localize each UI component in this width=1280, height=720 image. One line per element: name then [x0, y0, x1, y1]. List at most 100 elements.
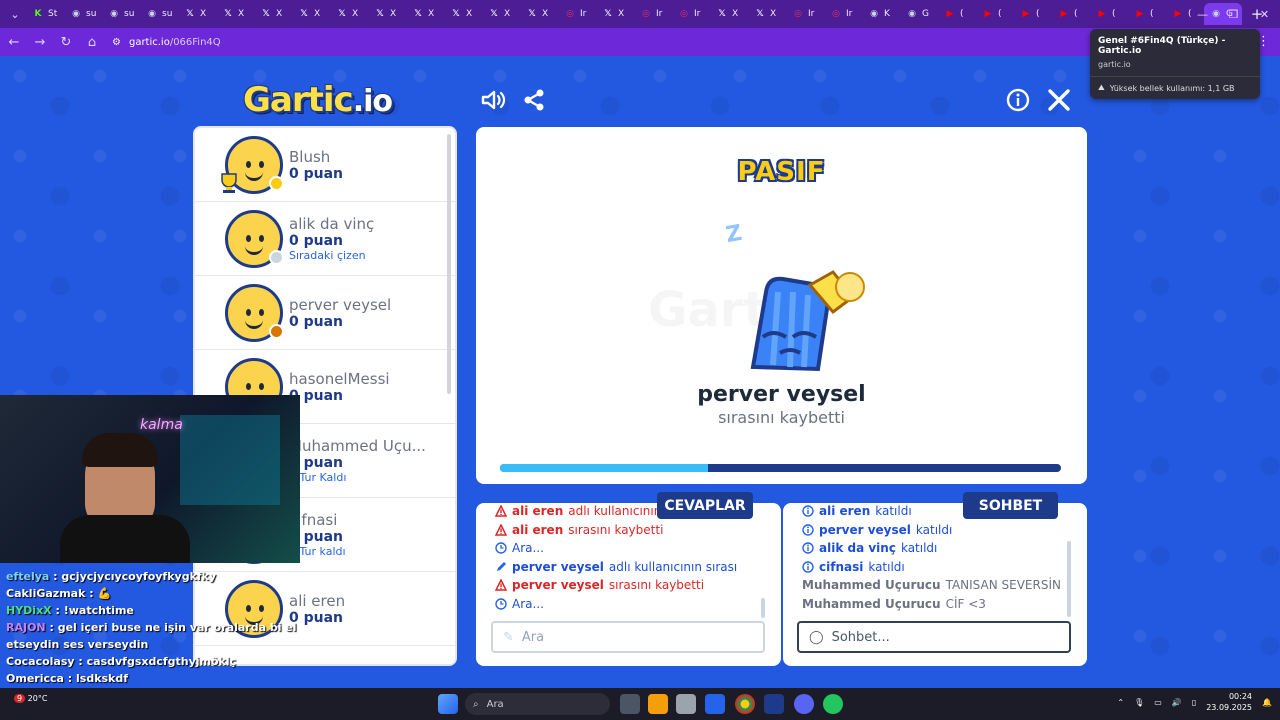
- browser-tab[interactable]: 𝕏X: [292, 3, 330, 25]
- browser-tab[interactable]: 𝕏X: [520, 3, 558, 25]
- browser-tab[interactable]: ◉ su: [102, 3, 140, 25]
- browser-tab[interactable]: ◎ Ir: [634, 3, 672, 25]
- weather-widget[interactable]: 9 20°C: [14, 694, 47, 704]
- browser-tab[interactable]: 𝕏X: [178, 3, 216, 25]
- message-line: Muhammed Uçurucu CİF <3: [802, 596, 986, 611]
- browser-tab[interactable]: ◎ Ir: [786, 3, 824, 25]
- youtube-icon: ▶: [946, 9, 954, 19]
- browser-tab[interactable]: ▶(: [938, 3, 976, 25]
- chat-text: !watchtime: [63, 604, 134, 617]
- x-icon: 𝕏: [490, 9, 498, 19]
- discord-icon[interactable]: [794, 694, 814, 714]
- browser-tab[interactable]: 𝕏X: [596, 3, 634, 25]
- tab-title: X: [504, 9, 511, 19]
- chat-username: RAJON: [6, 621, 46, 634]
- network-icon[interactable]: ▭: [1154, 698, 1162, 707]
- restore-icon[interactable]: ❐: [1218, 0, 1249, 28]
- volume-icon[interactable]: 🔊: [1172, 698, 1182, 707]
- browser-tab[interactable]: ▶(: [1052, 3, 1090, 25]
- chat-username: CakliGazmak: [6, 587, 86, 600]
- x-icon: 𝕏: [718, 9, 726, 19]
- browser-tab[interactable]: ▶(: [1014, 3, 1052, 25]
- gartic-icon: ◉: [908, 9, 916, 19]
- browser-tab[interactable]: ◎ Ir: [558, 3, 596, 25]
- spotify-icon[interactable]: [823, 694, 843, 714]
- browser-tab[interactable]: ▶(: [976, 3, 1014, 25]
- pencil-icon: [497, 561, 506, 571]
- outlook-icon[interactable]: [705, 694, 725, 714]
- browser-tab[interactable]: 𝕏X: [406, 3, 444, 25]
- share-icon[interactable]: [521, 87, 547, 113]
- chat-scrollbar[interactable]: [1067, 541, 1071, 617]
- steam-icon[interactable]: [764, 694, 784, 714]
- url-field[interactable]: ⚙ gartic.io/066Fin4Q: [112, 37, 221, 48]
- notification-badge: 9: [14, 694, 26, 703]
- battery-icon[interactable]: ▯: [1192, 698, 1196, 707]
- browser-tab[interactable]: 𝕏X: [330, 3, 368, 25]
- memory-icon: ⛰: [1098, 83, 1105, 92]
- chrome-icon[interactable]: [735, 694, 755, 714]
- browser-tab[interactable]: ◎ Ir: [824, 3, 862, 25]
- back-icon[interactable]: ←: [2, 30, 26, 54]
- tab-title: X: [466, 9, 473, 19]
- kick-icon: K: [34, 9, 42, 19]
- tab-title: (: [1150, 9, 1154, 19]
- browser-tab[interactable]: 𝕏X: [368, 3, 406, 25]
- browser-tab[interactable]: ◉ K: [862, 3, 900, 25]
- player-row[interactable]: alik da vinç 0 puan Sıradaki çizen: [195, 202, 455, 276]
- sound-icon[interactable]: [480, 87, 506, 113]
- site-settings-icon[interactable]: ⚙: [112, 37, 121, 48]
- start-icon[interactable]: [438, 694, 458, 714]
- tab-title: Ir: [846, 9, 853, 19]
- minimize-icon[interactable]: —: [1187, 0, 1218, 28]
- clock[interactable]: 00:24 23.09.2025: [1206, 691, 1252, 713]
- tray-chevron-icon[interactable]: ⌃: [1117, 698, 1124, 707]
- reload-icon[interactable]: ↻: [54, 30, 78, 54]
- player-list-scrollbar[interactable]: [447, 134, 451, 394]
- browser-tab[interactable]: ◉ su: [64, 3, 102, 25]
- browser-tab[interactable]: 𝕏X: [748, 3, 786, 25]
- turn-timer-fill: [500, 464, 708, 472]
- tab-title: X: [238, 9, 245, 19]
- close-game-icon[interactable]: [1046, 87, 1072, 113]
- chat-username: eftelya: [6, 570, 50, 583]
- answers-header: CEVAPLAR: [657, 492, 753, 519]
- tab-title: su: [86, 9, 97, 19]
- forward-icon[interactable]: →: [28, 30, 52, 54]
- task-view-icon[interactable]: [620, 694, 640, 714]
- browser-tab[interactable]: ◉ G: [900, 3, 938, 25]
- player-score: 0 puan: [289, 455, 344, 471]
- browser-tab[interactable]: K St: [26, 3, 64, 25]
- tab-title: (: [1074, 9, 1078, 19]
- browser-tab[interactable]: 𝕏X: [254, 3, 292, 25]
- browser-tab[interactable]: ▶(: [1090, 3, 1128, 25]
- player-row[interactable]: Blush 0 puan: [195, 128, 455, 202]
- sleep-icon: Z: [723, 220, 745, 249]
- file-explorer-icon[interactable]: [648, 694, 668, 714]
- tab-title: St: [48, 9, 58, 19]
- browser-tab[interactable]: ◎ Ir: [672, 3, 710, 25]
- tab-title: X: [770, 9, 777, 19]
- store-icon[interactable]: [676, 694, 696, 714]
- chat-input[interactable]: ◯ Sohbet...: [797, 621, 1071, 653]
- chat-username: Omericca: [6, 672, 64, 685]
- browser-tab[interactable]: 𝕏X: [216, 3, 254, 25]
- info-icon[interactable]: [1005, 87, 1031, 113]
- home-icon[interactable]: ⌂: [80, 30, 104, 54]
- tab-search-icon[interactable]: ⌄: [4, 3, 26, 25]
- url-host: gartic.io: [128, 36, 170, 48]
- close-window-icon[interactable]: ✕: [1249, 0, 1280, 28]
- player-row[interactable]: perver veysel 0 puan: [195, 276, 455, 350]
- mic-icon[interactable]: 🎙: [1134, 698, 1144, 707]
- notification-icon[interactable]: 🔔: [1262, 698, 1272, 707]
- taskbar-search[interactable]: ⌕ Ara: [465, 693, 610, 715]
- browser-tab[interactable]: 𝕏X: [710, 3, 748, 25]
- browser-tab[interactable]: 𝕏X: [444, 3, 482, 25]
- answer-input[interactable]: ✎ Ara: [491, 621, 765, 653]
- browser-tab[interactable]: ▶(: [1128, 3, 1166, 25]
- browser-tab[interactable]: ◉ su: [140, 3, 178, 25]
- answers-scrollbar[interactable]: [761, 598, 765, 618]
- browser-tab[interactable]: 𝕏X: [482, 3, 520, 25]
- x-icon: 𝕏: [224, 9, 232, 19]
- youtube-icon: ▶: [1174, 9, 1182, 19]
